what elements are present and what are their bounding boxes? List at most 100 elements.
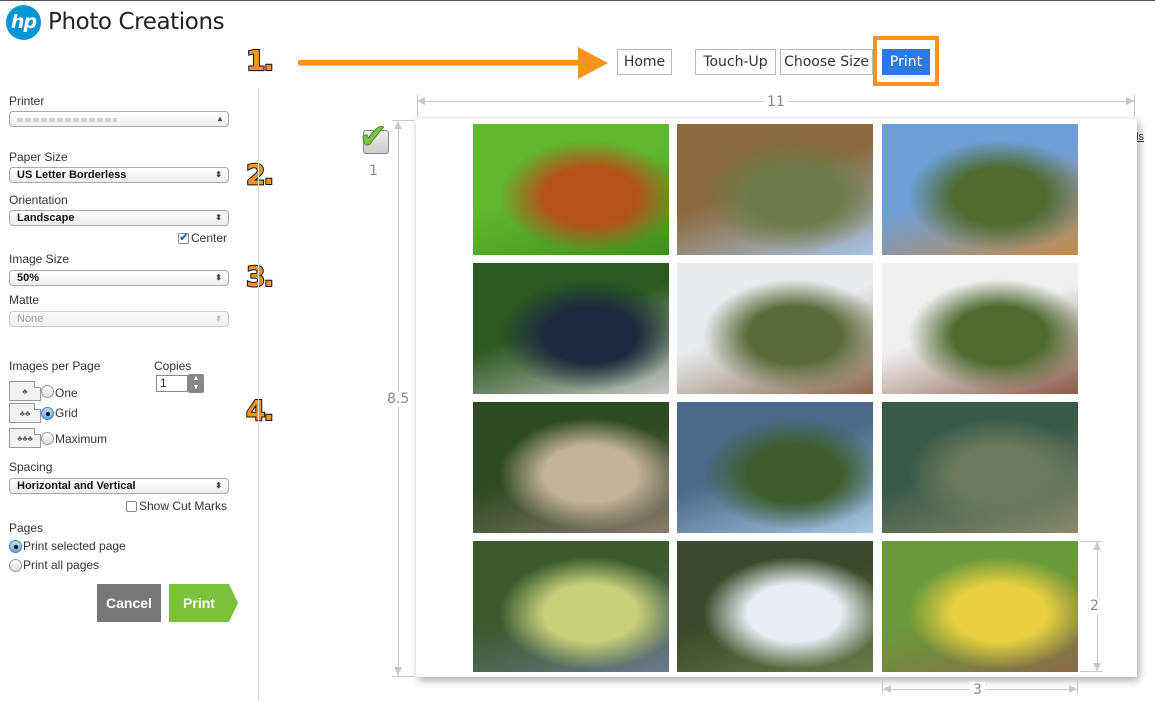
layout-maximum-option[interactable]: ♣♣♣ Maximum <box>9 428 107 448</box>
photo-oak-hillside[interactable] <box>473 541 669 672</box>
dimension-tick <box>1077 676 1078 694</box>
image-height-label: 2 <box>1087 598 1102 614</box>
dimension-tick <box>1080 541 1102 542</box>
images-per-page-label: Images per Page <box>9 359 101 373</box>
paper-size-select[interactable]: US Letter Borderless ⬍ <box>9 167 229 183</box>
spacing-label: Spacing <box>9 460 53 474</box>
layout-grid-option[interactable]: ♣♣ Grid <box>9 403 78 423</box>
page-number: 1 <box>369 163 378 179</box>
select-arrows-icon: ⬍ <box>215 170 222 179</box>
photo-dog-swimming[interactable] <box>882 402 1078 533</box>
photo-friends-campfire[interactable] <box>882 263 1078 394</box>
maximum-layout-icon: ♣♣♣ <box>9 428 41 448</box>
photo-two-women-campfire[interactable] <box>677 263 873 394</box>
photo-hikers-trail[interactable] <box>677 124 873 255</box>
select-arrows-icon: ▴ <box>217 114 222 123</box>
photo-golden-retriever[interactable] <box>473 124 669 255</box>
layout-one-radio[interactable] <box>41 384 54 398</box>
layout-maximum-label: Maximum <box>55 432 108 446</box>
photo-tents-forest[interactable] <box>882 541 1078 672</box>
step-2-badge: 2. <box>245 157 275 192</box>
print-highlight-annotation <box>873 36 939 86</box>
photo-family-mountain[interactable] <box>882 124 1078 255</box>
spacing-select[interactable]: Horizontal and Vertical ⬍ <box>9 478 229 494</box>
dimension-tick <box>417 95 418 117</box>
print-all-radio[interactable] <box>9 558 22 572</box>
step-3-badge: 3. <box>245 259 275 294</box>
print-selected-page-option[interactable]: Print selected page <box>9 539 126 553</box>
matte-label: Matte <box>9 293 40 307</box>
copies-stepper[interactable]: ▲ ▼ <box>188 374 204 393</box>
image-size-select[interactable]: 50% ⬍ <box>9 270 229 286</box>
arrow-right-icon <box>1069 685 1077 693</box>
arrow-down-icon <box>1093 663 1101 671</box>
photo-forest-sky[interactable] <box>677 541 873 672</box>
image-size-value: 50% <box>17 272 40 284</box>
arrow-up-icon <box>1093 542 1101 550</box>
dimension-tick <box>392 120 414 121</box>
center-label: Center <box>191 231 228 245</box>
cut-marks-checkbox[interactable] <box>126 500 137 512</box>
printer-name-obscured <box>17 118 117 122</box>
hp-logo-icon: hp <box>6 4 41 40</box>
cut-marks-row[interactable]: Show Cut Marks <box>126 499 227 513</box>
app-header: hp Photo Creations <box>6 4 225 40</box>
arrow-left-icon <box>417 97 425 105</box>
layout-maximum-radio[interactable] <box>41 431 54 445</box>
image-size-label: Image Size <box>9 252 70 266</box>
photo-kids-rowboat[interactable] <box>473 263 669 394</box>
page-width-label: 11 <box>764 94 788 110</box>
nav-touch-up-button[interactable]: Touch-Up <box>695 49 776 75</box>
page-height-label: 8.5 <box>384 391 413 407</box>
increment-icon[interactable]: ▲ <box>188 374 204 383</box>
cut-marks-label: Show Cut Marks <box>139 499 228 513</box>
dimension-tick <box>1134 95 1135 117</box>
copies-label: Copies <box>154 359 192 373</box>
matte-select[interactable]: None ⬍ <box>9 311 229 327</box>
paper-size-label: Paper Size <box>9 150 68 164</box>
print-selected-label: Print selected page <box>23 539 126 553</box>
layout-grid-radio[interactable] <box>41 406 54 420</box>
cancel-button[interactable]: Cancel <box>97 584 161 622</box>
center-checkbox[interactable] <box>178 230 189 244</box>
photo-river-valley[interactable] <box>677 402 873 533</box>
pages-label: Pages <box>9 521 44 535</box>
single-image-layout-icon: ♣ <box>9 381 41 401</box>
page-select-checkbox[interactable]: ✔ <box>359 120 393 156</box>
select-arrows-icon: ⬍ <box>215 273 222 282</box>
print-button[interactable]: Print <box>169 584 238 622</box>
orientation-select[interactable]: Landscape ⬍ <box>9 210 229 226</box>
nav-home-button[interactable]: Home <box>617 49 672 75</box>
annotation-arrow-icon <box>578 47 608 79</box>
layout-one-option[interactable]: ♣ One <box>9 381 78 401</box>
print-selected-radio[interactable] <box>9 539 22 553</box>
orientation-label: Orientation <box>9 193 68 207</box>
printer-select[interactable]: ▴ <box>9 111 229 127</box>
print-all-pages-option[interactable]: Print all pages <box>9 558 99 572</box>
grid-layout-icon: ♣♣ <box>9 403 41 423</box>
image-width-label: 3 <box>970 682 985 698</box>
photo-hikers-forest-road[interactable] <box>473 402 669 533</box>
orientation-value: Landscape <box>17 212 75 224</box>
print-page-preview <box>416 119 1137 677</box>
window-top-border <box>0 0 1155 1</box>
paper-size-value: US Letter Borderless <box>17 169 127 181</box>
dimension-tick <box>882 676 883 694</box>
checkmark-icon: ✔ <box>359 118 388 156</box>
nav-choose-size-button[interactable]: Choose Size <box>780 49 873 75</box>
spacing-value: Horizontal and Vertical <box>17 480 136 492</box>
print-all-label: Print all pages <box>23 558 100 572</box>
dimension-tick <box>392 676 414 677</box>
arrow-left-icon <box>883 685 891 693</box>
dimension-tick <box>1080 671 1102 672</box>
step-1-badge: 1. <box>245 43 275 78</box>
select-arrows-icon: ⬍ <box>215 213 222 222</box>
matte-value: None <box>17 313 44 325</box>
select-arrows-icon: ⬍ <box>215 481 222 490</box>
decrement-icon[interactable]: ▼ <box>188 383 204 392</box>
center-checkbox-row[interactable]: Center <box>178 230 228 245</box>
sidebar-divider <box>258 88 259 701</box>
arrow-down-icon <box>394 667 402 675</box>
arrow-up-icon <box>394 121 402 129</box>
copies-input[interactable]: 1 <box>156 375 188 392</box>
